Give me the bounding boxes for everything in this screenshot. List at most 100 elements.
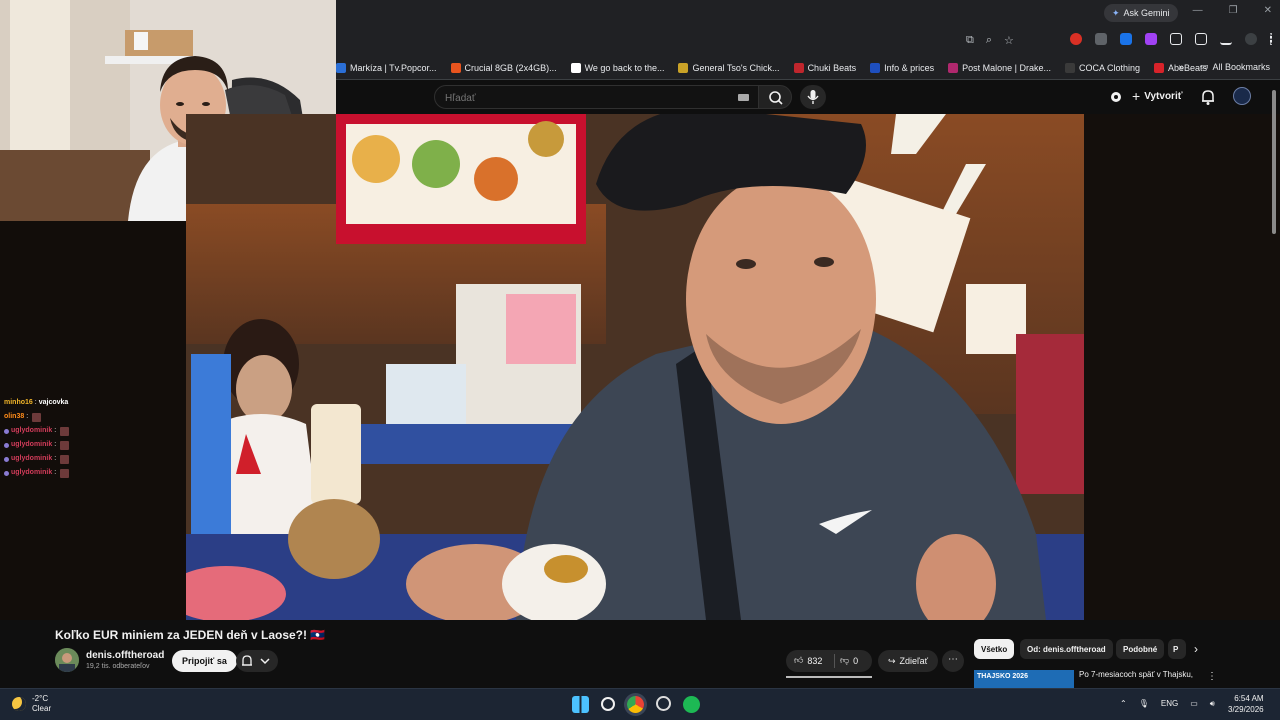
search-button[interactable]	[758, 85, 792, 109]
chat-emote-icon	[60, 426, 70, 436]
chat-message: uglydominik:	[4, 452, 70, 466]
bookmark-label: Crucial 8GB (2x4GB)...	[464, 62, 557, 73]
extension-grey-icon[interactable]	[1095, 33, 1107, 45]
media-icon[interactable]	[1220, 33, 1232, 45]
account-avatar[interactable]	[1233, 87, 1251, 105]
tray-overflow-icon[interactable]: ⌃	[1120, 699, 1127, 709]
share-button[interactable]: ↪ Zdieľať	[878, 650, 939, 672]
create-button[interactable]: + Vytvoriť	[1132, 88, 1183, 104]
weather-condition: Clear	[32, 704, 52, 713]
subscriber-count: 19,2 tis. odberateľov	[86, 663, 150, 670]
chat-emote-icon	[60, 468, 70, 478]
bookmark-item[interactable]: Markíza | Tv.Popcor...	[336, 62, 437, 73]
temperature: -2°C	[32, 694, 49, 703]
close-icon[interactable]: ✕	[1264, 5, 1272, 16]
channel-name[interactable]: denis.offtheroad	[86, 650, 164, 661]
bookmarks-overflow-button[interactable]: »	[1178, 62, 1184, 73]
bookmark-label: General Tso's Chick...	[692, 62, 780, 73]
extension-purple-icon[interactable]	[1145, 33, 1157, 45]
bookmark-item[interactable]: Crucial 8GB (2x4GB)...	[450, 62, 557, 73]
obs-icon[interactable]	[656, 696, 671, 711]
chat-separator: :	[54, 469, 57, 476]
chat-username[interactable]: uglydominik	[11, 452, 52, 466]
channel-avatar[interactable]	[55, 648, 79, 672]
like-divider	[834, 654, 835, 668]
like-count: 832	[807, 655, 823, 666]
extension-blue-icon[interactable]	[1120, 33, 1132, 45]
filter-chip[interactable]: P	[1168, 639, 1186, 659]
star-icon[interactable]: ☆	[1004, 34, 1014, 47]
like-button[interactable]: 👍︎ 832	[794, 655, 822, 666]
puzzle-icon[interactable]	[1170, 33, 1182, 45]
bell-chevron-icon	[242, 655, 270, 666]
chevron-right-icon[interactable]: ›	[1194, 642, 1198, 656]
bookmark-item[interactable]: Chuki Beats	[793, 62, 856, 73]
screen: ✦ Ask Gemini — ❐ ✕ ⧉ ⌕ ☆ Markíza | Tv.Po…	[0, 0, 1280, 720]
keyboard-icon[interactable]	[738, 94, 749, 101]
windows-start-icon[interactable]	[572, 696, 589, 713]
language-indicator[interactable]: ENG	[1161, 699, 1178, 709]
bookmark-favicon-icon	[570, 62, 581, 73]
chat-username[interactable]: uglydominik	[11, 466, 52, 480]
bookmark-item[interactable]: Post Malone | Drake...	[948, 62, 1051, 73]
studio-icon[interactable]	[1108, 89, 1124, 105]
restore-icon[interactable]: ❐	[1229, 5, 1238, 16]
install-app-icon[interactable]: ⧉	[966, 34, 974, 47]
filter-chip[interactable]: Od: denis.offtheroad	[1020, 639, 1113, 659]
menu-dots-icon[interactable]	[1270, 33, 1272, 45]
spotify-icon[interactable]	[683, 696, 700, 713]
video-player[interactable]	[186, 114, 1084, 620]
display-icon[interactable]: ▭	[1190, 699, 1198, 709]
filter-chip[interactable]: Všetko	[974, 639, 1015, 659]
chat-username[interactable]: olin38	[4, 410, 24, 424]
chat-username[interactable]: uglydominik	[11, 438, 52, 452]
weather-widget[interactable]: -2°C Clear	[12, 694, 51, 714]
clock[interactable]: 6:54 AM 3/29/2026	[1228, 693, 1264, 715]
recommendation-title[interactable]: Po 7-mesiacoch späť v Thajsku, čo sa zme…	[1079, 669, 1203, 680]
notifications-bell-icon[interactable]	[1200, 88, 1216, 106]
sidebar-icon[interactable]	[1195, 33, 1207, 45]
chat-username[interactable]: minho16	[4, 396, 33, 410]
address-bar-actions: ⧉ ⌕ ☆	[966, 34, 1014, 47]
recommendation-menu-icon[interactable]: ⋮	[1207, 671, 1217, 682]
filter-chip[interactable]: Podobné	[1116, 639, 1165, 659]
bookmark-label: Markíza | Tv.Popcor...	[350, 62, 437, 73]
ask-gemini-button[interactable]: ✦ Ask Gemini	[1104, 4, 1178, 22]
chat-separator: :	[54, 441, 57, 448]
video-frame	[186, 114, 1084, 620]
share-label: Zdieľať	[899, 656, 929, 666]
extension-red-icon[interactable]	[1070, 33, 1082, 45]
chrome-icon[interactable]	[627, 696, 644, 713]
create-label: Vytvoriť	[1144, 90, 1183, 102]
chat-separator: :	[54, 455, 57, 462]
chat-badge-icon	[4, 428, 9, 434]
join-button[interactable]: Pripojiť sa	[172, 650, 237, 672]
bookmark-item[interactable]: We go back to the...	[570, 62, 664, 73]
more-actions-button[interactable]: ⋯	[942, 650, 964, 672]
dislike-button[interactable]: 👎︎ 0	[840, 655, 858, 666]
bookmark-item[interactable]: COCA Clothing	[1065, 62, 1140, 73]
voice-search-button[interactable]	[800, 85, 826, 109]
volume-icon[interactable]: 🔊︎	[1210, 699, 1215, 709]
all-bookmarks-button[interactable]: ▭ All Bookmarks	[1200, 61, 1270, 72]
bookmark-item[interactable]: Info & prices	[870, 62, 934, 73]
chat-message: uglydominik:	[4, 466, 70, 480]
channel-avatar-image	[55, 648, 79, 672]
clock-time: 6:54 AM	[1234, 694, 1264, 703]
ask-gemini-label: Ask Gemini	[1123, 8, 1170, 18]
recommendation-thumbnail[interactable]: THAJSKO 2026	[974, 670, 1074, 688]
minimize-icon[interactable]: —	[1193, 5, 1203, 16]
profile-avatar[interactable]	[1245, 33, 1257, 45]
search-input[interactable]	[445, 90, 725, 106]
bookmark-favicon-icon	[678, 62, 689, 73]
bookmark-item[interactable]: General Tso's Chick...	[678, 62, 780, 73]
subscription-bell-button[interactable]	[236, 650, 278, 672]
search-taskbar-icon[interactable]	[601, 697, 615, 711]
thumbs-down-icon: 👎︎	[840, 655, 850, 665]
recommendation-thumb-text: THAJSKO 2026	[977, 673, 1028, 680]
bookmark-favicon-icon	[336, 62, 346, 73]
chat-username[interactable]: uglydominik	[11, 424, 52, 438]
zoom-icon[interactable]: ⌕	[986, 34, 992, 47]
page-scrollbar[interactable]	[1272, 90, 1276, 234]
mic-tray-icon[interactable]: 🎙︎	[1139, 699, 1149, 709]
